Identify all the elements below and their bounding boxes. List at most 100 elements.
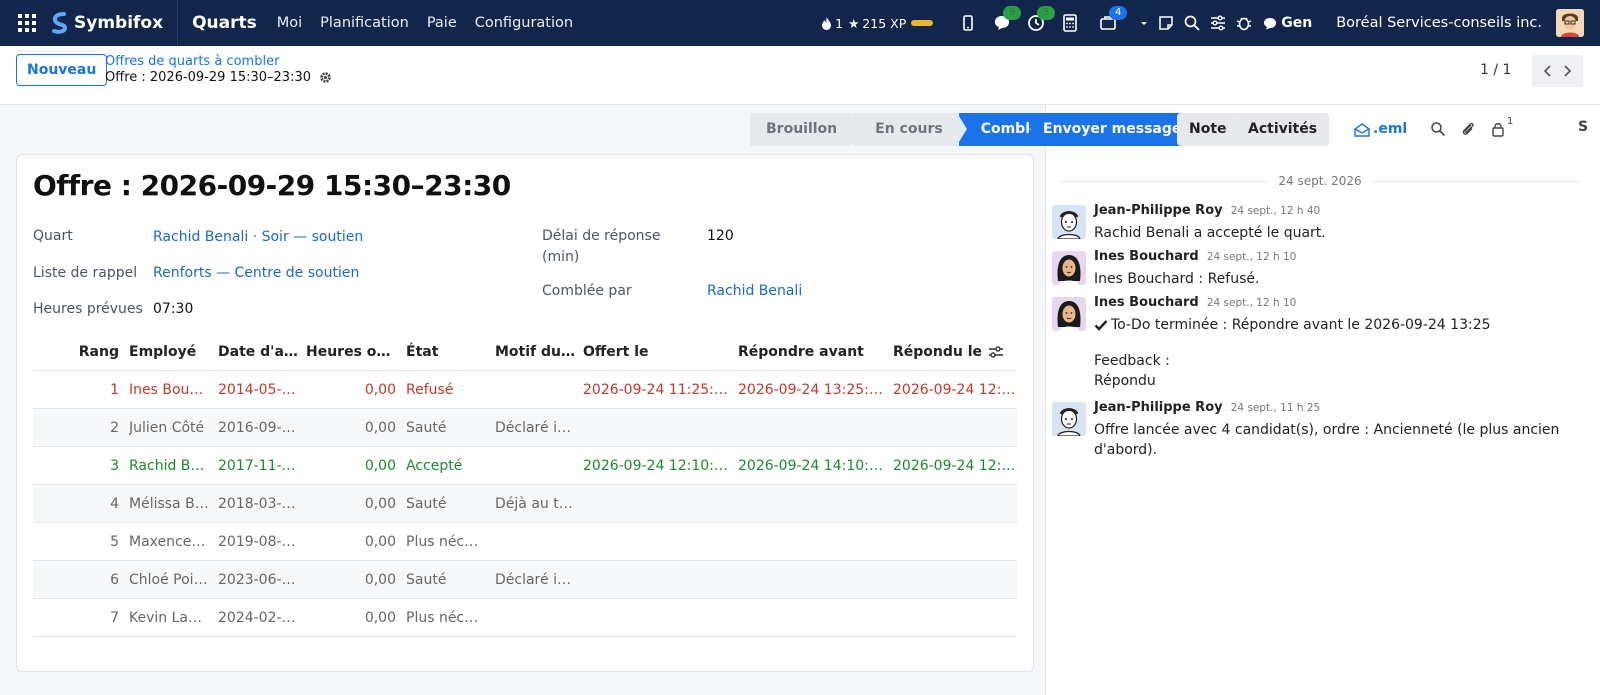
cell-reason[interactable]: Déjà au tr… — [495, 485, 575, 523]
cell-rank[interactable]: 4 — [73, 485, 119, 523]
bug-icon[interactable] — [1235, 14, 1253, 32]
cell-employee[interactable]: Rachid Be… — [129, 447, 209, 485]
planned-hours-field[interactable]: 07:30 — [153, 301, 193, 317]
cell-rank[interactable]: 6 — [73, 561, 119, 599]
cell-state[interactable]: Accepté — [406, 447, 486, 485]
cell-offered[interactable] — [583, 599, 729, 637]
user-avatar[interactable] — [1556, 9, 1584, 37]
cell-date[interactable]: 2024-02-12 — [218, 599, 298, 637]
column-header-rank[interactable]: Rang — [73, 333, 119, 371]
cell-hours[interactable]: 0,00 — [306, 599, 396, 637]
cell-hours[interactable]: 0,00 — [306, 485, 396, 523]
cell-offered[interactable] — [583, 561, 729, 599]
table-row[interactable]: 3 Rachid Be… 2017-11-20 0,00 Accepté 2026-09-… — [33, 447, 1017, 485]
cell-employee[interactable]: Kevin Lav… — [129, 599, 209, 637]
message-author[interactable]: Ines Bouchard — [1094, 249, 1199, 264]
pager-next-button[interactable] — [1551, 55, 1583, 87]
avatar[interactable] — [1052, 297, 1086, 331]
cell-hours[interactable]: 0,00 — [306, 523, 396, 561]
calculator-icon[interactable] — [1061, 14, 1079, 32]
cell-before[interactable] — [738, 409, 884, 447]
cell-date[interactable]: 2023-06-05 — [218, 561, 298, 599]
log-note-button[interactable]: Note — [1177, 113, 1239, 146]
table-row[interactable]: 4 Mélissa B… 2018-03-19 0,00 Sauté Déjà au tr… — [33, 485, 1017, 523]
activity-clock-icon[interactable]: 5 — [1027, 6, 1056, 32]
cell-answered[interactable] — [893, 485, 1017, 523]
cell-before[interactable] — [738, 523, 884, 561]
cell-rank[interactable]: 1 — [73, 371, 119, 409]
menu-configuration[interactable]: Configuration — [475, 15, 573, 31]
cell-employee[interactable]: Maxence … — [129, 523, 209, 561]
menu-moi[interactable]: Moi — [277, 15, 302, 31]
cell-date[interactable]: 2017-11-20 — [218, 447, 298, 485]
cell-date[interactable]: 2014-05-12 — [218, 371, 298, 409]
column-header-reason[interactable]: Motif du … — [495, 333, 575, 371]
search-icon[interactable] — [1183, 14, 1201, 32]
cell-reason[interactable] — [495, 599, 575, 637]
gen-assistant-button[interactable]: Gen — [1263, 15, 1312, 31]
cell-reason[interactable] — [495, 447, 575, 485]
cell-offered[interactable]: 2026-09-24 11:25:00 — [583, 371, 729, 409]
cell-answered[interactable] — [893, 409, 1017, 447]
cell-employee[interactable]: Mélissa B… — [129, 485, 209, 523]
breadcrumb-parent-link[interactable]: Offres de quarts à combler — [105, 54, 279, 69]
cell-state[interactable]: Refusé — [406, 371, 486, 409]
sliders-icon[interactable] — [1209, 14, 1227, 32]
activities-button[interactable]: Activités — [1236, 113, 1330, 146]
avatar[interactable] — [1052, 251, 1086, 285]
cell-state[interactable]: Plus néces… — [406, 523, 486, 561]
chat-icon[interactable]: 9 — [993, 6, 1022, 32]
eml-button[interactable]: .eml — [1354, 113, 1407, 146]
cell-before[interactable]: 2026-09-24 13:25:00 — [738, 371, 884, 409]
cell-offered[interactable]: 2026-09-24 12:10:00 — [583, 447, 729, 485]
cell-before[interactable] — [738, 599, 884, 637]
note-icon[interactable] — [1157, 14, 1175, 32]
cell-reason[interactable] — [495, 523, 575, 561]
stage-en-cours[interactable]: En cours — [853, 113, 967, 146]
menu-planification[interactable]: Planification — [320, 15, 409, 31]
cell-answered[interactable] — [893, 523, 1017, 561]
avatar[interactable] — [1052, 402, 1086, 436]
cell-state[interactable]: Sauté — [406, 561, 486, 599]
recall-list-field[interactable]: Renforts — Centre de soutien — [153, 265, 359, 281]
cell-offered[interactable] — [583, 523, 729, 561]
timesheet-icon[interactable]: 4 — [1099, 6, 1128, 32]
cell-answered[interactable]: 2026-09-24 12:40: — [893, 447, 1017, 485]
gamification-widget[interactable]: 1 ★ 215 XP — [821, 16, 934, 31]
cell-date[interactable]: 2016-09-06 — [218, 409, 298, 447]
optional-columns-icon[interactable] — [988, 333, 1006, 371]
lock-icon[interactable] — [1490, 121, 1506, 137]
new-button[interactable]: Nouveau — [16, 54, 108, 86]
column-header-date[interactable]: Date d'an… — [218, 333, 298, 371]
cell-before[interactable]: 2026-09-24 14:10:00 — [738, 447, 884, 485]
column-header-offered[interactable]: Offert le — [583, 333, 729, 371]
cell-employee[interactable]: Julien Côté — [129, 409, 209, 447]
cell-state[interactable]: Plus néces… — [406, 599, 486, 637]
response-delay-field[interactable]: 120 — [707, 228, 734, 244]
cell-date[interactable]: 2019-08-26 — [218, 523, 298, 561]
shift-field[interactable]: Rachid Benali · Soir — soutien — [153, 229, 363, 245]
filled-by-field[interactable]: Rachid Benali — [707, 283, 802, 299]
cell-rank[interactable]: 3 — [73, 447, 119, 485]
brand-logo[interactable]: Symbifox — [50, 12, 163, 34]
search-messages-icon[interactable] — [1430, 121, 1446, 137]
cell-hours[interactable]: 0,00 — [306, 409, 396, 447]
gear-icon[interactable] — [319, 71, 332, 84]
column-header-hours[interactable]: Heures off… — [306, 333, 396, 371]
table-row[interactable]: 6 Chloé Poir… 2023-06-05 0,00 Sauté Déclaré i… — [33, 561, 1017, 599]
pager-value[interactable]: 1 / 1 — [1480, 62, 1511, 78]
cell-reason[interactable] — [495, 371, 575, 409]
mobile-icon[interactable] — [959, 14, 977, 32]
chevron-down-icon[interactable] — [1139, 14, 1149, 32]
table-row[interactable]: 7 Kevin Lav… 2024-02-12 0,00 Plus néces… — [33, 599, 1017, 637]
paperclip-icon[interactable] — [1460, 121, 1476, 137]
stage-brouillon[interactable]: Brouillon — [750, 113, 862, 146]
avatar[interactable] — [1052, 205, 1086, 239]
cell-employee[interactable]: Chloé Poir… — [129, 561, 209, 599]
message-author[interactable]: Jean-Philippe Roy — [1094, 203, 1223, 218]
message-author[interactable]: Ines Bouchard — [1094, 295, 1199, 310]
cell-answered[interactable] — [893, 561, 1017, 599]
company-switcher[interactable]: Boréal Services-conseils inc. — [1336, 15, 1542, 31]
cell-date[interactable]: 2018-03-19 — [218, 485, 298, 523]
menu-paie[interactable]: Paie — [427, 15, 457, 31]
